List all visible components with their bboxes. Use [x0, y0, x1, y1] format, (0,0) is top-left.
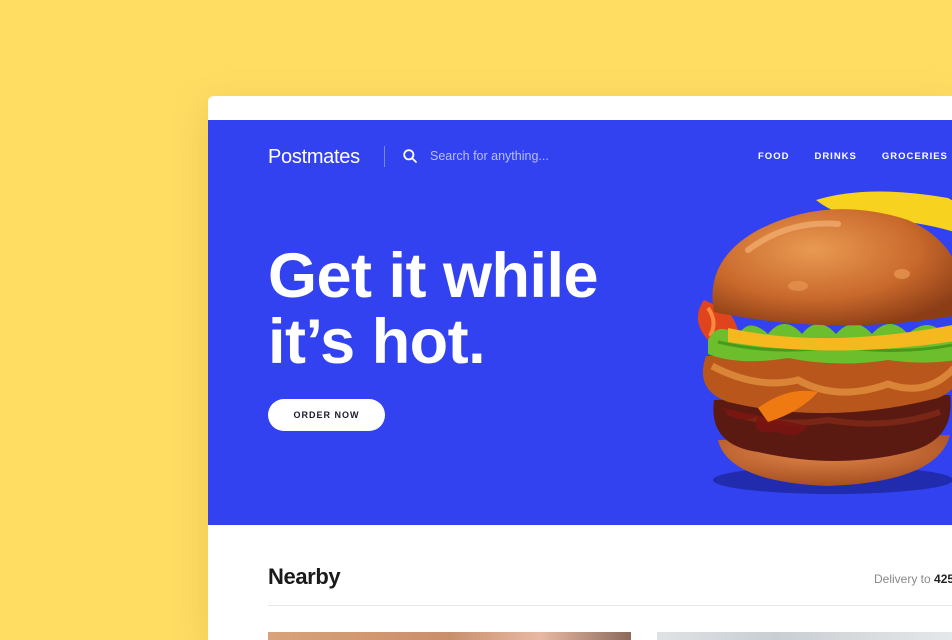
hero-headline-line1: Get it while	[268, 241, 599, 311]
search-input[interactable]	[430, 145, 650, 167]
search-icon[interactable]	[402, 148, 418, 164]
browser-top-bar	[208, 96, 952, 120]
restaurant-card-image[interactable]	[657, 632, 952, 640]
section-divider	[268, 605, 952, 606]
hero-headline-line2: it’s hot.	[268, 307, 486, 377]
order-now-button[interactable]: ORDER NOW	[268, 399, 385, 431]
burger-image	[697, 191, 952, 494]
hero-section: Postmates FOOD DRINKS GROCERIES Get it w…	[208, 120, 952, 525]
header-divider	[384, 146, 385, 167]
delivery-location[interactable]: Delivery to 425	[874, 572, 952, 586]
delivery-label: Delivery to	[874, 572, 931, 586]
restaurant-card-image[interactable]	[268, 632, 631, 640]
nearby-title: Nearby	[268, 564, 341, 589]
delivery-zip: 425	[934, 572, 952, 586]
nav-food-link[interactable]: FOOD	[758, 151, 789, 162]
browser-window: Postmates FOOD DRINKS GROCERIES Get it w…	[208, 96, 952, 640]
nav-drinks-link[interactable]: DRINKS	[814, 151, 856, 162]
main-nav: FOOD DRINKS GROCERIES	[758, 151, 948, 162]
nav-groceries-link[interactable]: GROCERIES	[882, 151, 948, 162]
hero-headline: Get it while it’s hot.	[268, 241, 599, 377]
postmates-logo[interactable]: Postmates	[268, 146, 360, 169]
